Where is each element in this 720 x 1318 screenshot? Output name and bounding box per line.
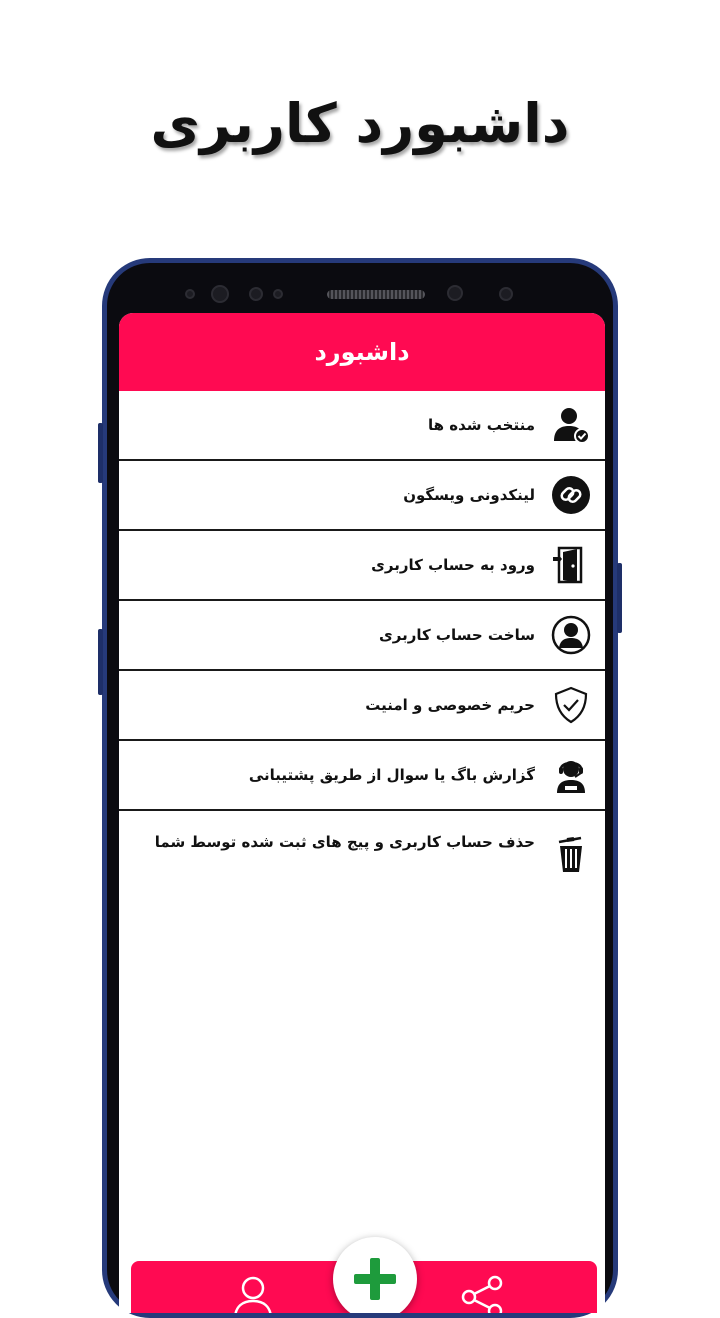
share-icon[interactable] <box>457 1271 509 1313</box>
bottom-navigation <box>131 1237 597 1313</box>
phone-side-button <box>98 423 103 483</box>
sensor-icon <box>185 289 195 299</box>
menu-item-label: منتخب شده ها <box>428 416 535 434</box>
header-title: داشبورد <box>314 338 410 366</box>
link-icon <box>549 473 593 517</box>
trash-icon <box>549 833 593 877</box>
plus-icon <box>354 1258 396 1300</box>
menu-item-label: ورود به حساب کاربری <box>371 556 535 574</box>
sensor-icon <box>499 287 513 301</box>
phone-side-button <box>617 563 622 633</box>
earpiece-speaker <box>327 290 425 299</box>
door-login-icon <box>549 543 593 587</box>
phone-frame: داشبورد منتخب شده ها لینکدونی ویسگون ورو… <box>98 258 622 1318</box>
menu-item-link-directory[interactable]: لینکدونی ویسگون <box>119 461 605 531</box>
user-outline-icon[interactable] <box>227 1271 279 1313</box>
app-screen: داشبورد منتخب شده ها لینکدونی ویسگون ورو… <box>119 313 605 1313</box>
app-header: داشبورد <box>119 313 605 391</box>
support-headset-icon <box>549 753 593 797</box>
phone-side-button <box>98 629 103 695</box>
menu-item-label: حذف حساب کاربری و پیج های ثبت شده توسط ش… <box>154 833 535 851</box>
menu-item-delete-account[interactable]: حذف حساب کاربری و پیج های ثبت شده توسط ش… <box>119 811 605 887</box>
menu-item-signup[interactable]: ساخت حساب کاربری <box>119 601 605 671</box>
menu-item-login[interactable]: ورود به حساب کاربری <box>119 531 605 601</box>
front-camera-icon <box>447 285 463 301</box>
shield-check-icon <box>549 683 593 727</box>
dashboard-menu: منتخب شده ها لینکدونی ویسگون ورود به حسا… <box>119 391 605 887</box>
menu-item-label: ساخت حساب کاربری <box>379 626 535 644</box>
menu-item-privacy[interactable]: حریم خصوصی و امنیت <box>119 671 605 741</box>
sensor-icon <box>249 287 263 301</box>
add-button[interactable] <box>333 1237 417 1313</box>
menu-item-label: گزارش باگ یا سوال از طریق پشتیبانی <box>248 766 535 784</box>
front-camera-icon <box>211 285 229 303</box>
menu-item-label: حریم خصوصی و امنیت <box>365 696 535 714</box>
sensor-icon <box>273 289 283 299</box>
user-check-icon <box>549 403 593 447</box>
menu-item-support[interactable]: گزارش باگ یا سوال از طریق پشتیبانی <box>119 741 605 811</box>
menu-item-label: لینکدونی ویسگون <box>403 486 535 504</box>
promo-title: داشبورد کاربری <box>150 92 571 155</box>
menu-item-favorites[interactable]: منتخب شده ها <box>119 391 605 461</box>
user-circle-icon <box>549 613 593 657</box>
